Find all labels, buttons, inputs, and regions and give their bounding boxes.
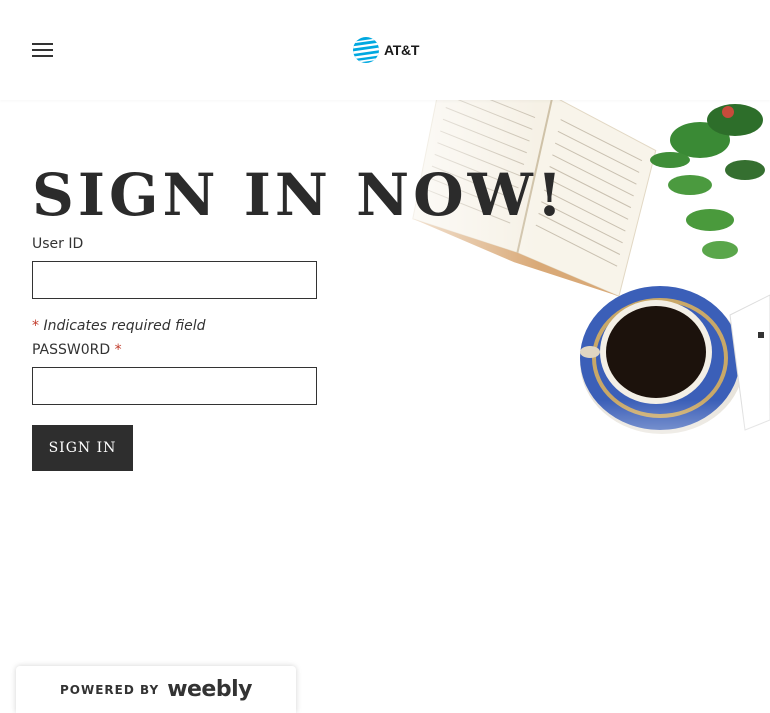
password-label: PASSW0RD * [32, 342, 122, 358]
powered-by-weebly-badge[interactable]: POWERED BY weebly [16, 666, 296, 713]
user-id-input[interactable] [32, 261, 317, 299]
page-title: SIGN IN NOW! [32, 161, 567, 229]
user-id-label: User ID [32, 236, 84, 252]
att-logo[interactable]: AT&T [352, 36, 419, 64]
site-header: AT&T [0, 0, 770, 100]
sign-in-button[interactable]: SIGN IN [32, 425, 133, 471]
logo-text: AT&T [384, 42, 420, 58]
password-input[interactable] [32, 367, 317, 405]
weebly-logo: weebly [167, 677, 252, 702]
powered-by-text: POWERED BY [60, 682, 160, 697]
hamburger-menu-icon[interactable] [32, 42, 53, 58]
required-field-note: * Indicates required field [32, 318, 206, 334]
att-globe-icon [353, 37, 379, 63]
password-required-asterisk: * [114, 342, 122, 358]
required-note-text: Indicates required field [43, 318, 206, 334]
sign-in-form: SIGN IN NOW! User ID * Indicates require… [32, 160, 567, 471]
required-asterisk: * [32, 318, 39, 334]
password-label-text: PASSW0RD [32, 342, 111, 358]
